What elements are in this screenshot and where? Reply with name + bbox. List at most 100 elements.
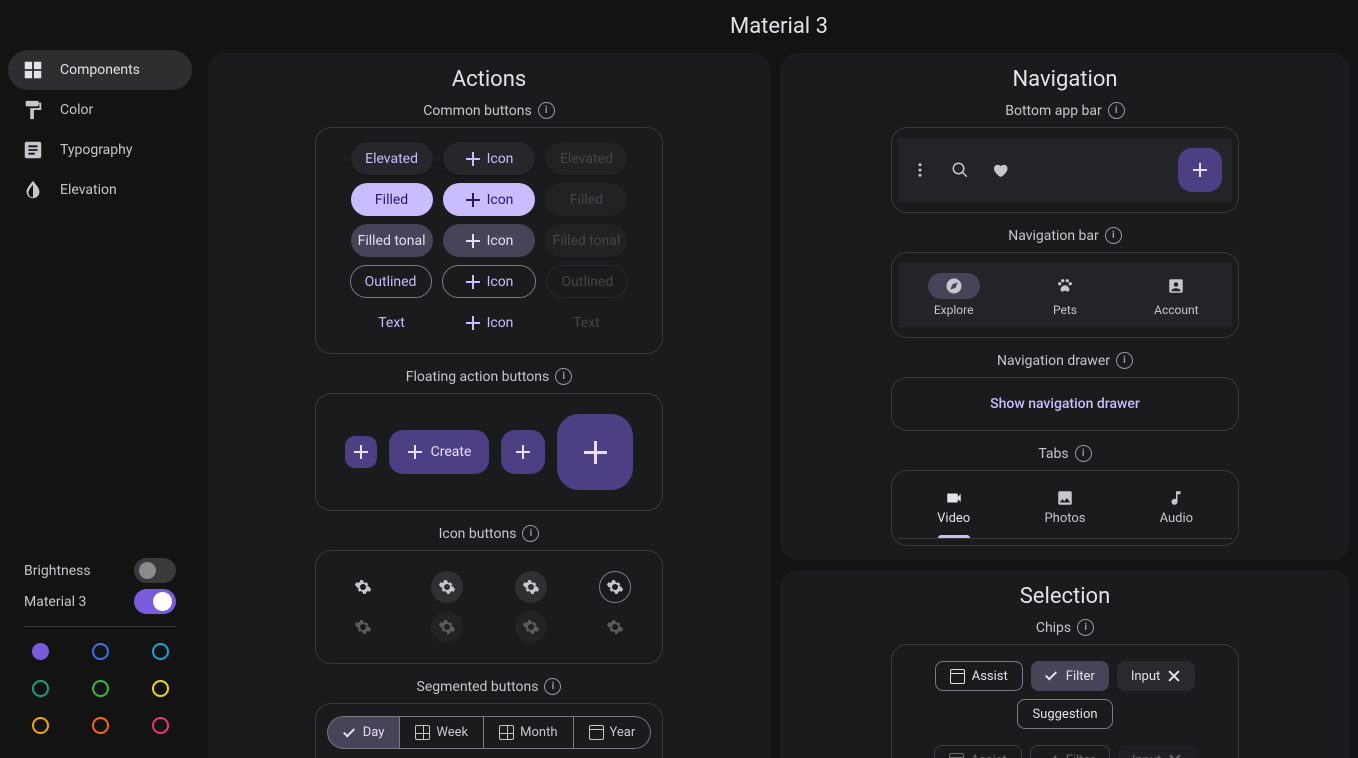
icon-button-tonal-disabled bbox=[515, 611, 547, 643]
sidebar-item-label: Typography bbox=[60, 142, 132, 158]
page-title: Material 3 bbox=[200, 0, 1358, 53]
assist-chip[interactable]: Assist bbox=[935, 661, 1023, 691]
icon-button-filled-disabled bbox=[431, 611, 463, 643]
show-drawer-button[interactable]: Show navigation drawer bbox=[898, 384, 1232, 424]
palette-orange[interactable] bbox=[92, 717, 109, 734]
outlined-icon-button[interactable]: Icon bbox=[442, 265, 537, 298]
fab-regular[interactable] bbox=[501, 430, 545, 474]
bottom-app-bar-heading: Bottom app bar bbox=[1005, 103, 1102, 119]
icon-buttons-panel bbox=[315, 550, 663, 664]
icon-button-filled[interactable] bbox=[431, 571, 463, 603]
seg-month[interactable]: Month bbox=[484, 716, 573, 749]
info-icon[interactable]: i bbox=[1116, 352, 1133, 369]
filter-chip[interactable]: Filter bbox=[1031, 661, 1109, 691]
tab-audio[interactable]: Audio bbox=[1121, 477, 1232, 538]
tonal-button-disabled: Filled tonal bbox=[545, 224, 627, 257]
palette-amber[interactable] bbox=[32, 717, 49, 734]
check-icon bbox=[343, 726, 357, 740]
info-icon[interactable]: i bbox=[555, 368, 572, 385]
tab-video[interactable]: Video bbox=[898, 477, 1009, 538]
filled-button[interactable]: Filled bbox=[351, 183, 433, 216]
plus-icon bbox=[465, 233, 481, 249]
color-palette bbox=[24, 643, 176, 734]
favorite-icon[interactable] bbox=[988, 158, 1012, 182]
explore-icon bbox=[945, 277, 963, 295]
filled-icon-button[interactable]: Icon bbox=[443, 183, 536, 216]
elevated-button[interactable]: Elevated bbox=[351, 142, 433, 175]
palette-yellow[interactable] bbox=[152, 680, 169, 697]
selection-card: Selection Chips i Assist Filter Input Su… bbox=[780, 570, 1350, 758]
tonal-icon-button[interactable]: Icon bbox=[443, 224, 536, 257]
outlined-button[interactable]: Outlined bbox=[350, 265, 432, 298]
elevated-icon-button[interactable]: Icon bbox=[443, 142, 536, 175]
nav-bar-panel: Explore Pets Account bbox=[891, 252, 1239, 338]
tabs-heading: Tabs bbox=[1038, 446, 1068, 462]
icon-buttons-heading: Icon buttons bbox=[439, 526, 517, 542]
fab-large[interactable] bbox=[557, 414, 633, 490]
nav-item-pets[interactable]: Pets bbox=[1009, 263, 1120, 317]
icon-button-tonal[interactable] bbox=[515, 571, 547, 603]
sidebar-item-typography[interactable]: Typography bbox=[8, 130, 192, 170]
plus-icon bbox=[515, 444, 531, 460]
palette-pink[interactable] bbox=[152, 717, 169, 734]
info-icon[interactable]: i bbox=[1075, 445, 1092, 462]
nav-item-account[interactable]: Account bbox=[1121, 263, 1232, 317]
info-icon[interactable]: i bbox=[544, 678, 561, 695]
icon-button-standard[interactable] bbox=[347, 571, 379, 603]
info-icon[interactable]: i bbox=[1108, 102, 1125, 119]
palette-blue[interactable] bbox=[92, 643, 109, 660]
input-chip[interactable]: Input bbox=[1117, 661, 1195, 691]
close-icon bbox=[1168, 753, 1182, 758]
sidebar-item-components[interactable]: Components bbox=[8, 50, 192, 90]
videocam-icon bbox=[945, 489, 963, 507]
palette-purple[interactable] bbox=[32, 643, 49, 660]
palette-lightblue[interactable] bbox=[152, 643, 169, 660]
selection-title: Selection bbox=[792, 584, 1338, 609]
actions-title: Actions bbox=[220, 67, 758, 92]
info-icon[interactable]: i bbox=[522, 525, 539, 542]
chips-panel: Assist Filter Input Suggestion Assist Fi… bbox=[891, 644, 1239, 758]
text-icon-button[interactable]: Icon bbox=[443, 306, 536, 339]
seg-week[interactable]: Week bbox=[400, 716, 484, 749]
tonal-button[interactable]: Filled tonal bbox=[351, 224, 433, 257]
text-snippet-icon bbox=[22, 139, 44, 161]
sidebar-item-elevation[interactable]: Elevation bbox=[8, 170, 192, 210]
sidebar-item-color[interactable]: Color bbox=[8, 90, 192, 130]
plus-icon bbox=[465, 151, 481, 167]
seg-day[interactable]: Day bbox=[327, 716, 401, 749]
pets-icon bbox=[1056, 277, 1074, 295]
grid-icon bbox=[499, 725, 514, 740]
search-icon[interactable] bbox=[948, 158, 972, 182]
actions-card: Actions Common buttons i Elevated Icon E… bbox=[208, 53, 770, 758]
input-chip-disabled: Input bbox=[1118, 745, 1196, 758]
brightness-switch[interactable] bbox=[134, 558, 176, 583]
icon-button-outlined[interactable] bbox=[599, 571, 631, 603]
palette-teal[interactable] bbox=[32, 680, 49, 697]
fab-small[interactable] bbox=[345, 436, 377, 468]
suggestion-chip[interactable]: Suggestion bbox=[1017, 699, 1112, 729]
icon-button-standard-disabled bbox=[347, 611, 379, 643]
material3-switch[interactable] bbox=[134, 589, 176, 614]
palette-green[interactable] bbox=[92, 680, 109, 697]
bottom-bar-fab[interactable] bbox=[1178, 148, 1222, 192]
tab-photos[interactable]: Photos bbox=[1009, 477, 1120, 538]
seg-year[interactable]: Year bbox=[574, 716, 652, 749]
check-icon bbox=[1045, 753, 1059, 758]
text-button[interactable]: Text bbox=[351, 306, 433, 339]
info-icon[interactable]: i bbox=[1105, 227, 1122, 244]
fab-panel: Create bbox=[315, 393, 663, 511]
plus-icon bbox=[465, 315, 481, 331]
nav-item-explore[interactable]: Explore bbox=[898, 263, 1009, 317]
text-button-disabled: Text bbox=[545, 306, 627, 339]
plus-icon bbox=[584, 441, 607, 464]
info-icon[interactable]: i bbox=[1077, 619, 1094, 636]
sidebar: Components Color Typography Elevation Br… bbox=[0, 0, 200, 758]
event-icon bbox=[949, 753, 964, 758]
info-icon[interactable]: i bbox=[538, 102, 555, 119]
account-box-icon bbox=[1167, 277, 1185, 295]
bottom-app-bar-panel bbox=[891, 127, 1239, 213]
navigation-card: Navigation Bottom app bar i bbox=[780, 53, 1350, 560]
close-icon[interactable] bbox=[1167, 669, 1181, 683]
fab-extended[interactable]: Create bbox=[389, 430, 490, 474]
more-vert-icon[interactable] bbox=[908, 158, 932, 182]
